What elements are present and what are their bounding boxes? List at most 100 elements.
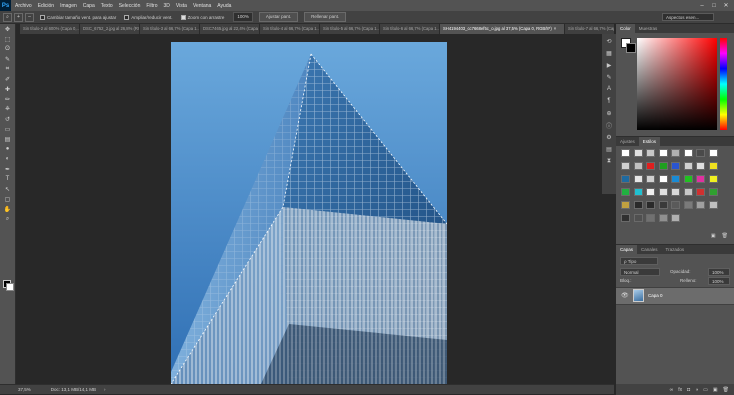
mask-icon[interactable]: ◘: [687, 387, 690, 393]
style-swatch[interactable]: [683, 149, 693, 157]
zoom-tool-icon[interactable]: ⌕: [3, 12, 12, 22]
style-swatch[interactable]: [658, 188, 668, 196]
style-swatch[interactable]: [671, 201, 680, 209]
link-icon[interactable]: ∞: [670, 387, 674, 393]
style-swatch[interactable]: [671, 188, 680, 196]
zoom-out-icon[interactable]: –: [25, 12, 34, 22]
style-swatch[interactable]: [658, 201, 668, 209]
menu-archivo[interactable]: Archivo: [15, 3, 32, 9]
tab-swatches[interactable]: Muestras: [635, 24, 662, 33]
style-swatch[interactable]: [683, 188, 693, 196]
fill-screen-button[interactable]: Rellenar pant.: [304, 12, 347, 22]
canvas-area[interactable]: [16, 34, 614, 384]
style-swatch[interactable]: [621, 201, 630, 209]
character-icon[interactable]: A: [602, 84, 616, 94]
style-swatch[interactable]: [646, 149, 655, 157]
new-layer-icon[interactable]: ▣: [713, 387, 718, 393]
document-tab[interactable]: Sin título-4 al 66,7% (Capa 1...×: [260, 24, 320, 34]
document-tab[interactable]: Sin título-5 al 66,7% (Capa 1...×: [320, 24, 380, 34]
style-swatch[interactable]: [621, 214, 630, 222]
style-swatch[interactable]: [696, 201, 705, 209]
style-swatch[interactable]: [708, 175, 718, 183]
document-tab[interactable]: Sin título-2 al 600% (Capa 0,...×: [20, 24, 80, 34]
tab-color[interactable]: Color: [616, 24, 635, 33]
scrubby-zoom-checkbox[interactable]: [180, 14, 186, 20]
menu-imagen[interactable]: Imagen: [60, 3, 77, 9]
fill-field[interactable]: 100%: [708, 277, 730, 285]
menu-edicion[interactable]: Edición: [38, 3, 54, 9]
style-swatch[interactable]: [708, 201, 718, 209]
style-swatch[interactable]: [658, 214, 668, 222]
close-tab-icon[interactable]: ×: [554, 26, 556, 31]
color-field[interactable]: [637, 38, 717, 130]
tab-channels[interactable]: Canales: [637, 245, 662, 254]
group-icon[interactable]: ▭: [703, 387, 708, 393]
fit-screen-button[interactable]: Ajustar pant.: [258, 12, 299, 22]
move-tool-icon[interactable]: ✥: [0, 24, 15, 34]
style-swatch[interactable]: [621, 188, 630, 196]
style-swatch[interactable]: [658, 149, 668, 157]
timeline-icon[interactable]: ⧗: [602, 156, 616, 166]
crop-tool-icon[interactable]: ⌗: [0, 64, 15, 74]
style-swatch[interactable]: [708, 149, 718, 157]
menu-vista[interactable]: Vista: [176, 3, 187, 9]
zoom-level[interactable]: 37,5%: [18, 387, 31, 392]
eraser-tool-icon[interactable]: ▭: [0, 124, 15, 134]
minimize-icon[interactable]: –: [696, 0, 708, 11]
tab-adjustments[interactable]: Ajustes: [616, 137, 639, 146]
style-swatch[interactable]: [646, 162, 655, 170]
style-swatch[interactable]: [633, 162, 643, 170]
close-icon[interactable]: ✕: [720, 0, 732, 11]
style-swatch[interactable]: [621, 175, 630, 183]
pen-tool-icon[interactable]: ✒: [0, 164, 15, 174]
paragraph-icon[interactable]: ¶: [602, 96, 616, 106]
clone-source-icon[interactable]: ⊕: [602, 108, 616, 118]
style-swatch[interactable]: [708, 162, 718, 170]
actions-icon[interactable]: ▶: [602, 60, 616, 70]
document-tab[interactable]: Sin título-7 al 66,7% (Capa 1...×: [565, 24, 614, 34]
style-swatch[interactable]: [683, 201, 693, 209]
tab-styles[interactable]: Estilos: [638, 137, 661, 146]
new-style-icon[interactable]: ▣: [711, 233, 716, 239]
document-tab[interactable]: DSC7465.jpg al 22,4% (Capa 0...×: [200, 24, 260, 34]
eyedropper-tool-icon[interactable]: ✐: [0, 74, 15, 84]
background-color-icon[interactable]: [6, 283, 14, 291]
tab-paths[interactable]: Trazados: [662, 245, 689, 254]
style-swatch[interactable]: [683, 162, 693, 170]
gradient-tool-icon[interactable]: ▤: [0, 134, 15, 144]
layer-row[interactable]: 👁 Capa 0: [616, 287, 734, 305]
dodge-tool-icon[interactable]: ◐: [0, 154, 15, 164]
style-swatch[interactable]: [646, 201, 655, 209]
quick-select-tool-icon[interactable]: ✎: [0, 54, 15, 64]
type-tool-icon[interactable]: T: [0, 174, 15, 184]
document-tab[interactable]: SH4194403_cc7668ef5c_o.jpg al 37,5% (Cap…: [440, 24, 565, 34]
lasso-tool-icon[interactable]: ʘ: [0, 44, 15, 54]
blend-mode-select[interactable]: Normal: [620, 268, 660, 276]
style-swatch[interactable]: [621, 149, 630, 157]
style-swatch[interactable]: [633, 188, 643, 196]
brush-tool-icon[interactable]: ✏: [0, 94, 15, 104]
style-swatch[interactable]: [696, 149, 705, 157]
style-swatch[interactable]: [696, 175, 705, 183]
opacity-field[interactable]: 100%: [708, 268, 730, 276]
healing-tool-icon[interactable]: ✚: [0, 84, 15, 94]
marquee-tool-icon[interactable]: ⬚: [0, 34, 15, 44]
blur-tool-icon[interactable]: ●: [0, 144, 15, 154]
resize-windows-checkbox[interactable]: [40, 14, 45, 20]
style-swatch[interactable]: [683, 175, 693, 183]
style-swatch[interactable]: [658, 162, 668, 170]
tab-layers[interactable]: Capas: [616, 245, 638, 254]
document-image[interactable]: [171, 42, 447, 384]
eye-icon[interactable]: 👁: [621, 292, 629, 299]
properties-icon[interactable]: ▦: [602, 48, 616, 58]
path-select-tool-icon[interactable]: ↖: [0, 184, 15, 194]
delete-style-icon[interactable]: 🗑: [722, 233, 728, 239]
zoom-all-checkbox[interactable]: [124, 14, 130, 20]
style-swatch[interactable]: [671, 149, 680, 157]
style-swatch[interactable]: [646, 188, 655, 196]
style-swatch[interactable]: [671, 175, 680, 183]
layer-kind-filter[interactable]: ρ Tipo: [620, 257, 658, 265]
style-swatch[interactable]: [696, 188, 705, 196]
brush-presets-icon[interactable]: ✎: [602, 72, 616, 82]
zoom-value-field[interactable]: 100%: [233, 12, 253, 22]
